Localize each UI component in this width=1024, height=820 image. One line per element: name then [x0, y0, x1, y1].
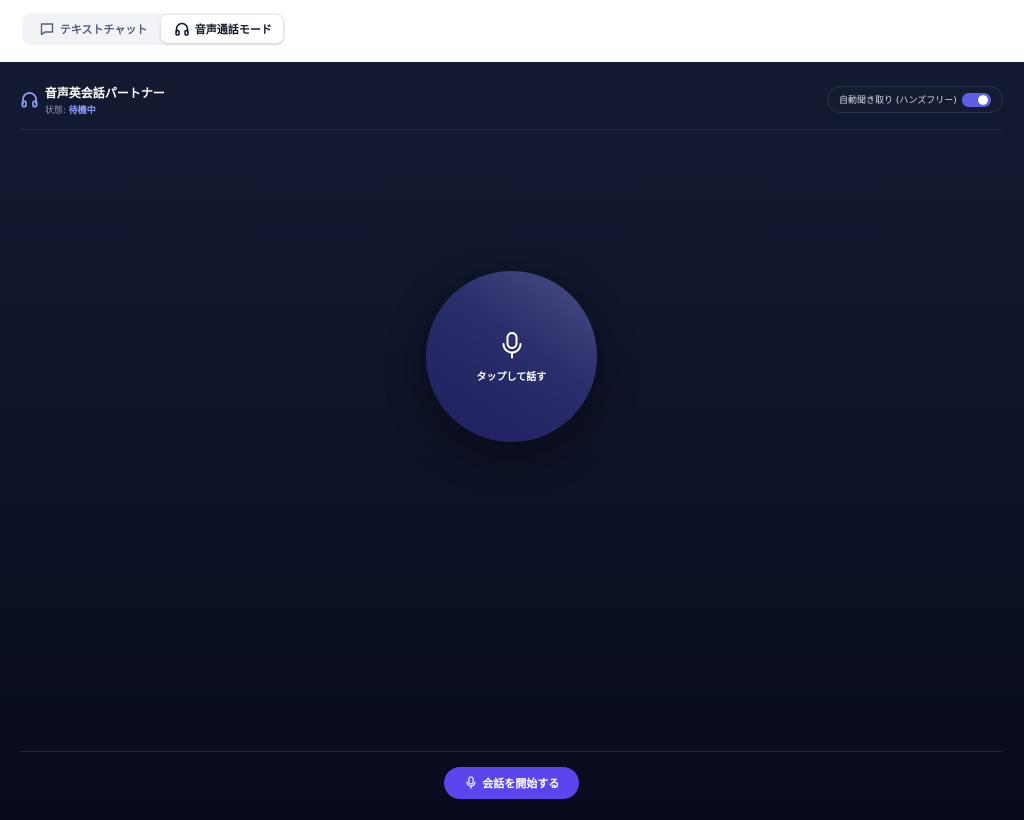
status-value: 待機中 — [68, 106, 96, 116]
status-line: 状態: 待機中 — [45, 103, 96, 116]
page-title: 音声英会話パートナー — [45, 86, 166, 100]
header-divider — [20, 129, 1002, 130]
tap-to-talk-label: タップして話す — [476, 372, 547, 383]
status-prefix: 状態: — [45, 106, 69, 116]
microphone-icon — [500, 331, 524, 361]
start-conversation-button[interactable]: 会話を開始する — [444, 767, 579, 799]
headphones-icon — [174, 21, 190, 37]
headphones-icon — [20, 90, 39, 109]
footer-divider — [20, 751, 1002, 752]
microphone-icon — [464, 776, 478, 790]
tab-text-chat[interactable]: テキストチャット — [24, 15, 159, 43]
voice-panel: 音声英会話パートナー 状態: 待機中 自動聞き取り (ハンズフリー) タップして… — [0, 62, 1024, 820]
tap-to-talk-button[interactable]: タップして話す — [426, 271, 597, 442]
tab-voice-call-label: 音声通話モード — [194, 23, 272, 36]
tab-voice-call[interactable]: 音声通話モード — [160, 15, 283, 43]
start-conversation-label: 会話を開始する — [482, 777, 560, 790]
mode-tab-bar: テキストチャット 音声通話モード — [0, 0, 1024, 62]
auto-listen-toggle[interactable]: 自動聞き取り (ハンズフリー) — [827, 86, 1003, 113]
tab-text-chat-label: テキストチャット — [60, 23, 148, 36]
switch-knob — [978, 95, 988, 105]
mode-tabs: テキストチャット 音声通話モード — [22, 13, 285, 45]
auto-listen-switch[interactable] — [962, 93, 991, 107]
chat-bubble-icon — [39, 21, 55, 37]
auto-listen-label: 自動聞き取り (ハンズフリー) — [839, 96, 957, 106]
